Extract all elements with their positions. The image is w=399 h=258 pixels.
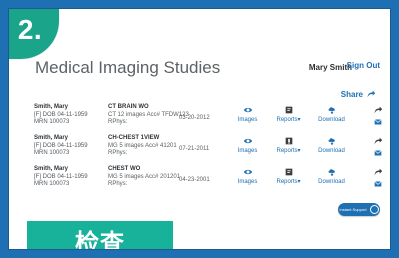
download-label: Download <box>318 117 345 123</box>
reports-dropdown[interactable]: Reports▾ <box>266 167 311 186</box>
study-date: 03-20-2012 <box>179 115 210 121</box>
study-date: 07-21-2011 <box>179 146 210 152</box>
study-title: CH-CHEST 1VIEW <box>108 135 160 141</box>
eye-icon <box>243 107 252 113</box>
share-study-button[interactable] <box>355 105 390 129</box>
reports-label: Reports <box>276 148 298 154</box>
cloud-download-icon <box>328 107 335 115</box>
patient-dob: [F] DOB 04-11-1959 <box>34 173 88 180</box>
images-label: Images <box>237 179 258 185</box>
download-label: Download <box>318 148 345 154</box>
chat-icon <box>369 205 379 214</box>
share-label: Share <box>340 89 363 99</box>
reports-dropdown[interactable]: Reports▾ <box>266 105 311 124</box>
chevron-down-icon: ▾ <box>297 148 301 154</box>
share-study-button[interactable] <box>355 136 390 160</box>
images-label: Images <box>237 148 258 154</box>
reports-label: Reports <box>276 117 298 123</box>
section-tag: 检查 <box>27 221 173 249</box>
cloud-download-icon <box>328 138 335 146</box>
images-button[interactable]: Images <box>225 105 270 124</box>
share-study-button[interactable] <box>355 167 390 191</box>
user-name: Mary Smith <box>308 63 352 72</box>
report-icon <box>285 168 292 176</box>
patient-mrn: MRN 100073 <box>34 150 70 156</box>
reports-dropdown[interactable]: Reports▾ <box>266 136 311 155</box>
patient-info: Smith, Mary [F] DOB 04-11-1959 MRN 10007… <box>34 104 104 127</box>
patient-info: Smith, Mary [F] DOB 04-11-1959 MRN 10007… <box>34 135 104 158</box>
chevron-down-icon: ▾ <box>297 179 301 185</box>
mail-icon <box>373 119 382 125</box>
app-window: 2. Medical Imaging Studies Mary Smith Si… <box>8 8 391 250</box>
mail-icon <box>373 150 382 156</box>
eye-icon <box>243 169 252 175</box>
page-title: Medical Imaging Studies <box>35 58 221 77</box>
images-button[interactable]: Images <box>225 136 270 155</box>
report-icon <box>285 137 292 145</box>
instant-support-button[interactable]: Instant Support <box>338 203 380 216</box>
patient-dob: [F] DOB 04-11-1959 <box>34 111 88 118</box>
study-title: CHEST WO <box>108 166 141 172</box>
study-title: CT BRAIN WO <box>108 104 149 110</box>
eye-icon <box>243 138 252 144</box>
patient-mrn: MRN 100073 <box>34 181 70 187</box>
download-button[interactable]: Download <box>309 167 354 186</box>
patient-name: Smith, Mary <box>34 104 69 110</box>
patient-name: Smith, Mary <box>34 135 69 141</box>
share-arrow-icon <box>374 168 382 176</box>
chevron-down-icon: ▾ <box>297 117 301 123</box>
study-row: Smith, Mary [F] DOB 04-11-1959 MRN 10007… <box>34 166 384 190</box>
step-badge: 2. <box>9 9 59 59</box>
download-button[interactable]: Download <box>309 105 354 124</box>
patient-dob: [F] DOB 04-11-1959 <box>34 142 88 149</box>
mail-icon <box>373 181 382 187</box>
study-date: 04-23-2001 <box>179 177 210 183</box>
share-arrow-icon <box>374 137 382 145</box>
download-button[interactable]: Download <box>309 136 354 155</box>
support-label: Instant Support <box>339 207 367 212</box>
patient-info: Smith, Mary [F] DOB 04-11-1959 MRN 10007… <box>34 166 104 189</box>
sign-out-link[interactable]: Sign Out <box>347 61 380 70</box>
images-label: Images <box>237 117 258 123</box>
study-row: Smith, Mary [F] DOB 04-11-1959 MRN 10007… <box>34 104 384 128</box>
download-label: Download <box>318 179 345 185</box>
share-arrow-icon <box>374 106 382 114</box>
study-row: Smith, Mary [F] DOB 04-11-1959 MRN 10007… <box>34 135 384 159</box>
report-icon <box>285 106 292 114</box>
share-arrow-icon <box>367 90 376 98</box>
images-button[interactable]: Images <box>225 167 270 186</box>
patient-mrn: MRN 100073 <box>34 119 70 125</box>
share-link[interactable]: Share <box>341 89 376 99</box>
cloud-download-icon <box>328 169 335 177</box>
patient-name: Smith, Mary <box>34 166 69 172</box>
reports-label: Reports <box>276 179 298 185</box>
